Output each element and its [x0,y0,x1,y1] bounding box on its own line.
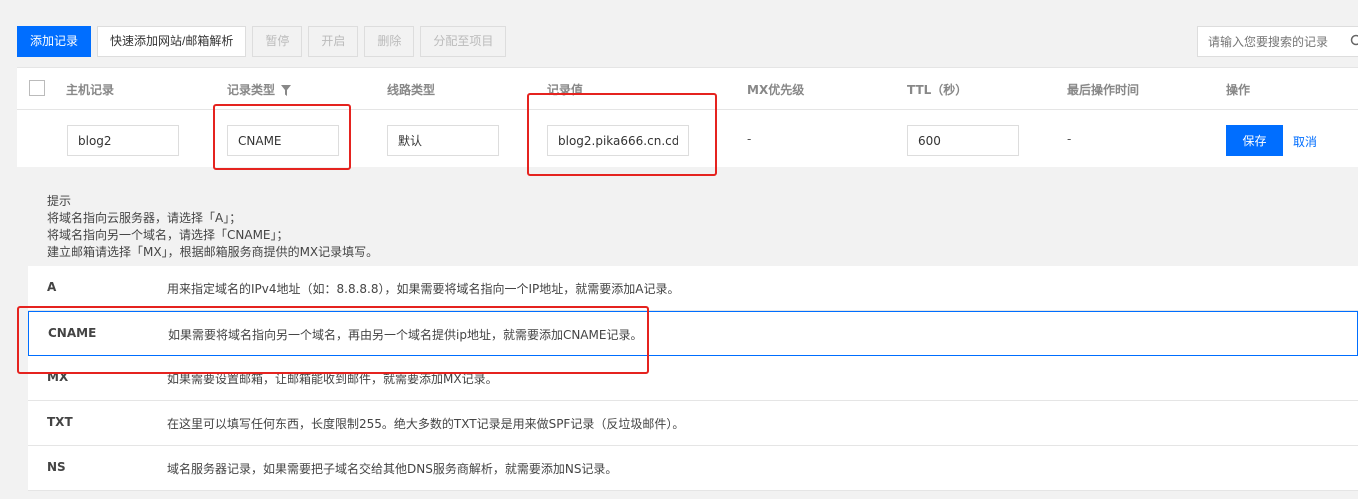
pause-button[interactable]: 暂停 [252,26,303,57]
record-type-select[interactable] [227,125,339,156]
record-value-input[interactable] [547,125,689,156]
header-ttl: TTL（秒） [907,83,968,97]
filter-icon[interactable] [281,85,292,96]
add-record-button[interactable]: 添加记录 [17,26,92,57]
record-type-name: MX [47,370,69,384]
host-input[interactable] [67,125,179,156]
header-actions: 操作 [1226,83,1251,97]
last-modified-value: - [1067,132,1072,146]
dns-record-page: 添加记录 快速添加网站/邮箱解析 暂停 开启 删除 分配至项目 主机记录 记录类… [0,0,1358,499]
toolbar: 添加记录 快速添加网站/邮箱解析 暂停 开启 删除 分配至项目 [17,26,512,57]
mx-priority-value: - [747,132,752,146]
tips-line: 将域名指向云服务器，请选择「A」； [47,211,242,225]
cancel-link[interactable]: 取消 [1293,133,1317,150]
quick-add-button[interactable]: 快速添加网站/邮箱解析 [97,26,247,57]
tips-line: 建立邮箱请选择「MX」，根据邮箱服务商提供的MX记录填写。 [47,245,379,259]
record-type-desc: 用来指定域名的IPv4地址（如：8.8.8.8），如果需要将域名指向一个IP地址… [167,282,680,296]
enable-button[interactable]: 开启 [308,26,359,57]
ttl-input[interactable] [907,125,1019,156]
tips-panel: 提示 将域名指向云服务器，请选择「A」； 将域名指向另一个域名，请选择「CNAM… [0,167,1358,499]
record-type-row-mx[interactable]: MX 如果需要设置邮箱，让邮箱能收到邮件，就需要添加MX记录。 [28,356,1358,401]
search-icon[interactable] [1350,34,1358,48]
delete-button[interactable]: 删除 [364,26,415,57]
record-type-row-cname[interactable]: CNAME 如果需要将域名指向另一个域名，再由另一个域名提供ip地址，就需要添加… [28,311,1358,356]
record-type-name: CNAME [48,326,97,340]
record-type-name: TXT [47,415,73,429]
record-type-desc: 在这里可以填写任何东西，长度限制255。绝大多数的TXT记录是用来做SPF记录（… [167,417,685,431]
record-type-row-txt[interactable]: TXT 在这里可以填写任何东西，长度限制255。绝大多数的TXT记录是用来做SP… [28,401,1358,446]
record-type-desc: 如果需要将域名指向另一个域名，再由另一个域名提供ip地址，就需要添加CNAME记… [168,328,643,342]
tips-line: 将域名指向另一个域名，请选择「CNAME」； [47,228,289,242]
header-record-value: 记录值 [547,83,584,97]
record-type-name: A [47,280,57,294]
save-button[interactable]: 保存 [1226,125,1283,156]
record-type-row-ns[interactable]: NS 域名服务器记录，如果需要把子域名交给其他DNS服务商解析，就需要添加NS记… [28,446,1358,491]
assign-project-button[interactable]: 分配至项目 [420,26,507,57]
header-mx-priority: MX优先级 [747,83,805,97]
table-row-edit: - - 保存 取消 [17,110,1358,171]
header-line-type: 线路类型 [387,83,436,97]
tips-text: 提示 将域名指向云服务器，请选择「A」； 将域名指向另一个域名，请选择「CNAM… [47,193,378,261]
record-type-desc: 如果需要设置邮箱，让邮箱能收到邮件，就需要添加MX记录。 [167,372,498,386]
tips-title: 提示 [47,194,72,208]
record-type-row-a[interactable]: A 用来指定域名的IPv4地址（如：8.8.8.8），如果需要将域名指向一个IP… [28,266,1358,311]
header-last-modified: 最后操作时间 [1067,83,1140,97]
record-table: 主机记录 记录类型 线路类型 记录值 MX优先级 TTL（秒） 最后操作时间 操… [17,67,1358,171]
select-all-checkbox[interactable] [29,80,45,96]
header-host: 主机记录 [66,83,115,97]
search-input[interactable] [1197,26,1358,57]
header-record-type-label: 记录类型 [227,83,276,97]
line-type-select[interactable] [387,125,499,156]
record-type-list: A 用来指定域名的IPv4地址（如：8.8.8.8），如果需要将域名指向一个IP… [28,266,1358,491]
record-type-desc: 域名服务器记录，如果需要把子域名交给其他DNS服务商解析，就需要添加NS记录。 [167,462,618,476]
record-type-name: NS [47,460,66,474]
header-record-type: 记录类型 [227,81,292,98]
table-header: 主机记录 记录类型 线路类型 记录值 MX优先级 TTL（秒） 最后操作时间 操… [17,67,1358,110]
